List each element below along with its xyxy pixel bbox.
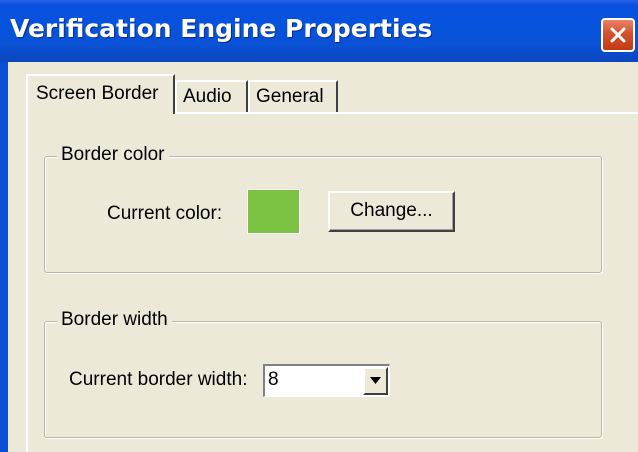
tab-audio[interactable]: Audio: [175, 80, 248, 112]
tab-screen-border[interactable]: Screen Border: [26, 74, 175, 114]
close-icon: [610, 27, 626, 43]
dropdown-button[interactable]: [363, 367, 388, 395]
properties-dialog: Verification Engine Properties Screen Bo…: [0, 0, 638, 452]
border-width-value: 8: [268, 369, 279, 390]
border-color-legend: Border color: [57, 144, 169, 166]
color-swatch: [247, 189, 300, 234]
close-button[interactable]: [601, 18, 635, 52]
chevron-down-icon: [370, 377, 381, 384]
window-title: Verification Engine Properties: [10, 14, 433, 43]
border-width-select[interactable]: 8: [263, 364, 390, 397]
tab-general[interactable]: General: [248, 80, 338, 112]
current-color-label: Current color:: [107, 203, 223, 224]
tab-label: Audio: [183, 86, 232, 107]
tab-label: Screen Border: [36, 83, 159, 104]
window-frame-left: [0, 62, 8, 452]
tab-label: General: [256, 86, 324, 107]
change-color-button[interactable]: Change...: [328, 191, 455, 232]
title-bar[interactable]: Verification Engine Properties: [0, 0, 638, 62]
border-width-legend: Border width: [57, 309, 172, 331]
current-border-width-label: Current border width:: [69, 369, 248, 390]
